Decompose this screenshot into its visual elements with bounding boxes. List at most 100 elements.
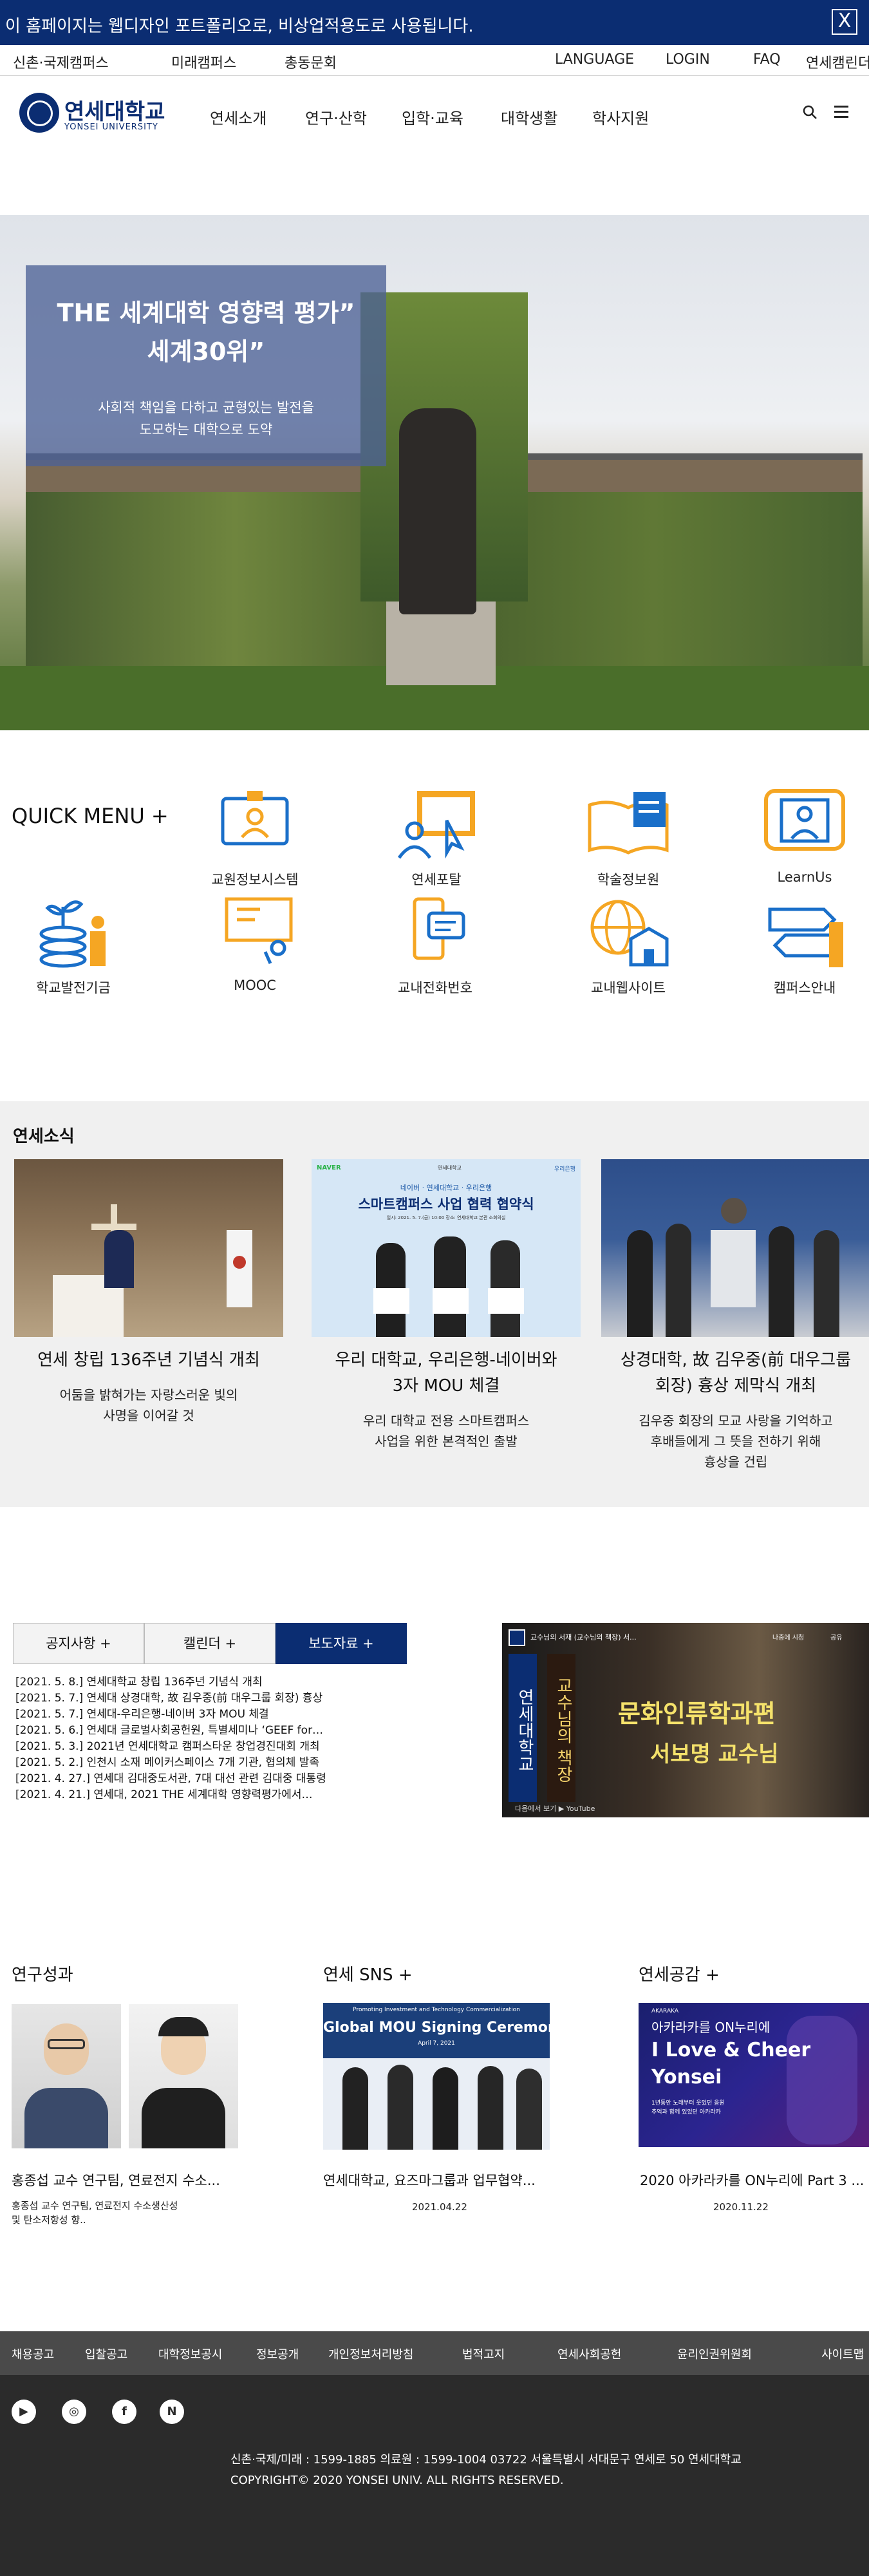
youtube-link[interactable]: 다음에서 보기 ▶ YouTube — [515, 1803, 595, 1814]
nav-item-research[interactable]: 연구·산학 — [305, 106, 367, 128]
list-item[interactable]: [2021. 4. 21.] 연세대, 2021 THE 세계대학 영향력평가에… — [15, 1787, 376, 1803]
util-link-sinchon[interactable]: 신촌·국제캠퍼스 — [13, 52, 109, 72]
nav-item-about[interactable]: 연세소개 — [210, 106, 266, 128]
quick-item-phone-directory[interactable]: 교내전화번호 — [371, 894, 500, 997]
footer-link-legal[interactable]: 법적고지 — [462, 2345, 505, 2362]
news-card-title[interactable]: 연세 창립 136주년 기념식 개최 — [14, 1347, 283, 1373]
globe-building-icon — [590, 900, 669, 967]
news-card-desc-line: 후배들에게 그 뜻을 전하기 위해 — [650, 1434, 821, 1449]
notice-bar: 이 홈페이지는 웹디자인 포트폴리오로, 비상업적용도로 사용됩니다. X — [0, 0, 869, 45]
util-link-faq[interactable]: FAQ — [753, 52, 781, 68]
instagram-icon[interactable]: ◎ — [62, 2400, 86, 2424]
sns-caption[interactable]: 연세대학교, 요즈마그룹과 업무협약... — [323, 2170, 536, 2190]
footer-link-info-open[interactable]: 정보공개 — [256, 2345, 299, 2362]
news-card[interactable]: 연세 창립 136주년 기념식 개최 어둠을 밝혀가는 자랑스러운 빛의 사명을 … — [14, 1159, 283, 1426]
quick-item-faculty-system[interactable]: 교원정보시스템 — [191, 786, 319, 889]
video-player[interactable]: 교수님의 서재 (교수님의 책장) 서... 나중에 시청 공유 연세대학교 교… — [502, 1623, 869, 1817]
nav-item-admission[interactable]: 입학·교육 — [402, 106, 463, 128]
util-link-language[interactable]: LANGUAGE — [555, 52, 634, 68]
list-item[interactable]: [2021. 5. 3.] 2021년 연세대학교 캠퍼스타운 창업경진대회 개… — [15, 1739, 376, 1755]
quick-menu-title[interactable]: QUICK MENU + — [12, 804, 169, 828]
search-icon[interactable] — [802, 104, 818, 120]
list-item[interactable]: [2021. 5. 8.] 연세대학교 창립 136주년 기념식 개최 — [15, 1674, 376, 1690]
watch-later-button[interactable]: 나중에 시청 — [772, 1632, 804, 1642]
share-button[interactable]: 공유 — [830, 1632, 842, 1642]
news-card-title[interactable]: 회장) 흉상 제막식 개최 — [655, 1376, 816, 1396]
quick-item-websites[interactable]: 교내웹사이트 — [564, 894, 693, 997]
coin-plant-icon — [39, 900, 106, 968]
nav-item-academic[interactable]: 학사지원 — [592, 106, 649, 128]
quick-item-label: 학교발전기금 — [36, 980, 111, 996]
quick-item-library[interactable]: 학술정보원 — [564, 786, 693, 889]
video-overlay-title: 문화인류학과편 — [618, 1700, 776, 1728]
tab-calendar[interactable]: 캘린더 + — [144, 1623, 276, 1664]
hero-title-line2: 세계30위” — [147, 337, 265, 366]
nav-item-campus-life[interactable]: 대학생활 — [501, 106, 557, 128]
sns-section-title[interactable]: 연세 SNS + — [323, 1962, 413, 1985]
quick-item-learnus[interactable]: LearnUs — [740, 786, 869, 885]
university-emblem-logo[interactable] — [19, 93, 59, 133]
hamburger-menu-icon[interactable] — [834, 106, 848, 118]
footer-link-sitemap[interactable]: 사이트맵 — [821, 2345, 864, 2362]
video-overlay-subtitle: 서보명 교수님 — [650, 1741, 779, 1767]
list-item[interactable]: [2021. 5. 7.] 연세대-우리은행-네이버 3자 MOU 체결 — [15, 1707, 376, 1723]
sns-image[interactable]: Promoting Investment and Technology Comm… — [323, 2003, 550, 2150]
logo-english[interactable]: YONSEI UNIVERSITY — [64, 122, 158, 132]
news-card-image-brand: NAVER — [317, 1164, 341, 1171]
video-title[interactable]: 교수님의 서재 (교수님의 책장) 서... — [530, 1632, 637, 1642]
footer-link-recruit[interactable]: 채용공고 — [12, 2345, 54, 2362]
quick-item-label: LearnUs — [777, 869, 832, 885]
empathy-section-title[interactable]: 연세공감 + — [639, 1962, 720, 1985]
footer-address: 신촌·국제/미래 : 1599-1885 의료원 : 1599-1004 037… — [230, 2453, 742, 2467]
research-caption[interactable]: 홍종섭 교수 연구팀, 연료전지 수소... — [12, 2170, 220, 2190]
news-card-image-brand: 연세대학교 — [438, 1165, 462, 1171]
research-photo-2[interactable] — [129, 2004, 238, 2148]
util-link-alumni[interactable]: 총동문회 — [285, 52, 337, 72]
footer-link-disclosure[interactable]: 대학정보공시 — [158, 2345, 222, 2362]
util-link-calendar[interactable]: 연세캠린더 — [806, 52, 869, 72]
news-card-title[interactable]: 3자 MOU 체결 — [393, 1376, 500, 1396]
quick-item-development-fund[interactable]: 학교발전기금 — [9, 894, 138, 997]
util-link-mirae[interactable]: 미래캠퍼스 — [171, 52, 236, 72]
research-photo-1[interactable] — [12, 2004, 121, 2148]
footer-link-social[interactable]: 연세사회공헌 — [557, 2345, 621, 2362]
tab-notices[interactable]: 공지사항 + — [13, 1623, 144, 1664]
quick-item-campus-guide[interactable]: 캠퍼스안내 — [740, 894, 869, 997]
util-link-login[interactable]: LOGIN — [666, 52, 710, 68]
tab-press-releases[interactable]: 보도자료 + — [276, 1623, 407, 1664]
empathy-caption[interactable]: 2020 아카라카를 ON누리에 Part 3 ... — [640, 2170, 864, 2190]
notice-text: 이 홈페이지는 웹디자인 포트폴리오로, 비상업적용도로 사용됩니다. — [5, 17, 474, 36]
hero-title-line1: THE 세계대학 영향력 평가” — [57, 299, 355, 327]
news-card-title[interactable]: 우리 대학교, 우리은행-네이버와 — [335, 1350, 557, 1370]
hero-sub-line2: 도모하는 대학으로 도약 — [139, 422, 273, 437]
list-item[interactable]: [2021. 5. 6.] 연세대 글로벌사회공헌원, 특별세미나 ‘GEEF … — [15, 1723, 376, 1739]
youtube-icon[interactable]: ▶ — [12, 2400, 36, 2424]
list-item[interactable]: [2021. 5. 2.] 인천시 소재 메이커스페이스 7개 기관, 협의체 … — [15, 1755, 376, 1771]
quick-item-label: 교원정보시스템 — [211, 872, 299, 887]
news-card[interactable]: 상경대학, 故 김우중(前 대우그룹 회장) 흉상 제막식 개최 김우중 회장의 … — [601, 1159, 869, 1472]
facebook-icon[interactable]: f — [112, 2400, 136, 2424]
news-section: 연세소식 연세 창립 136주년 기념식 개최 어둠을 밝혀가는 자랑스러운 빛… — [0, 1101, 869, 1507]
footer: ▶ ◎ f N 신촌·국제/미래 : 1599-1885 의료원 : 1599-… — [0, 2375, 869, 2576]
quick-item-label: 학술정보원 — [597, 872, 660, 887]
close-icon[interactable]: X — [832, 9, 857, 35]
news-card-title[interactable]: 상경대학, 故 김우중(前 대우그룹 — [621, 1350, 851, 1370]
footer-link-bidding[interactable]: 입찰공고 — [85, 2345, 127, 2362]
empathy-date: 2020.11.22 — [713, 2201, 769, 2213]
quick-item-label: 연세포탈 — [411, 872, 462, 887]
list-item[interactable]: [2021. 5. 7.] 연세대 상경대학, 故 김우중(前 대우그룹 회장)… — [15, 1690, 376, 1707]
naver-blog-icon[interactable]: N — [160, 2400, 184, 2424]
hero-sub-line1: 사회적 책임을 다하고 균형있는 발전을 — [98, 400, 314, 415]
news-card[interactable]: NAVER 연세대학교 우리은행 네이버 · 연세대학교 · 우리은행 스마트캠… — [312, 1159, 581, 1452]
footer-link-ethics[interactable]: 윤리인권위원회 — [677, 2345, 752, 2362]
list-item[interactable]: [2021. 4. 27.] 연세대 김대중도서관, 7대 대선 관련 김대중 … — [15, 1771, 376, 1787]
quick-item-mooc[interactable]: MOOC — [191, 894, 319, 993]
notice-tabs: 공지사항 + 캘린더 + 보도자료 + — [13, 1623, 407, 1664]
footer-link-privacy[interactable]: 개인정보처리방침 — [328, 2345, 413, 2362]
quick-item-portal[interactable]: 연세포탈 — [372, 786, 501, 889]
empathy-image[interactable]: AKARAKA 아카라카를 ON누리에 I Love & Cheer Yonse… — [639, 2003, 869, 2147]
logo-korean[interactable]: 연세대학교 — [64, 94, 165, 126]
news-section-title: 연세소식 — [13, 1127, 75, 1146]
research-sub-line: 홍종섭 교수 연구팀, 연료전지 수소생산성 — [12, 2200, 178, 2211]
channel-logo-icon — [509, 1629, 525, 1646]
